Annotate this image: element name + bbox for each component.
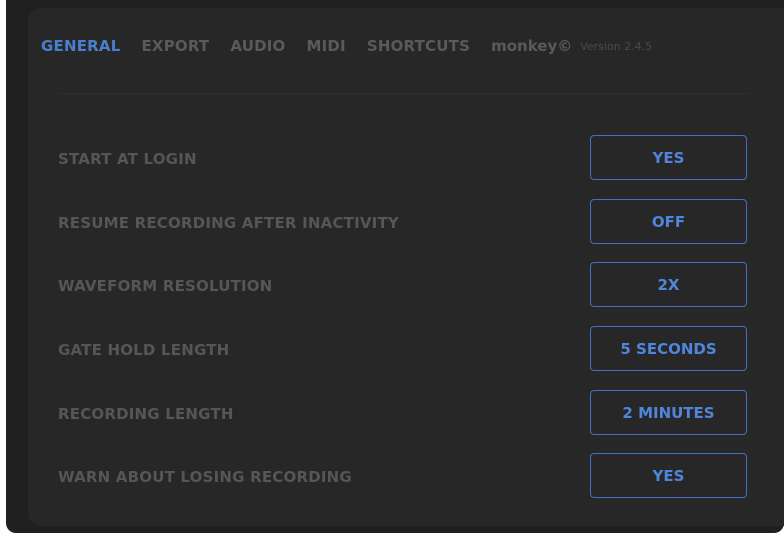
setting-label: GATE HOLD LENGTH: [58, 341, 230, 359]
tab-audio[interactable]: AUDIO: [230, 37, 285, 55]
setting-label: WAVEFORM RESOLUTION: [58, 277, 273, 295]
tab-export[interactable]: EXPORT: [141, 37, 209, 55]
setting-row-start-at-login: START AT LOGIN YES: [58, 135, 750, 183]
setting-label: RESUME RECORDING AFTER INACTIVITY: [58, 214, 399, 232]
tab-bar: GENERAL EXPORT AUDIO MIDI SHORTCUTS monk…: [41, 28, 741, 64]
version-label: Version 2.4.5: [580, 39, 653, 53]
waveform-resolution-button[interactable]: 2X: [590, 262, 747, 307]
setting-row-warn-losing-recording: WARN ABOUT LOSING RECORDING YES: [58, 453, 750, 501]
setting-label: START AT LOGIN: [58, 150, 197, 168]
start-at-login-button[interactable]: YES: [590, 135, 747, 180]
tab-shortcuts[interactable]: SHORTCUTS: [367, 37, 470, 55]
setting-row-gate-hold-length: GATE HOLD LENGTH 5 SECONDS: [58, 326, 750, 374]
brand-name: monkey©: [491, 37, 573, 55]
gate-hold-length-button[interactable]: 5 SECONDS: [590, 326, 747, 371]
setting-label: RECORDING LENGTH: [58, 405, 234, 423]
tab-midi[interactable]: MIDI: [306, 37, 345, 55]
recording-length-button[interactable]: 2 MINUTES: [590, 390, 747, 435]
tab-general[interactable]: GENERAL: [41, 37, 120, 55]
setting-label: WARN ABOUT LOSING RECORDING: [58, 468, 352, 486]
resume-recording-button[interactable]: OFF: [590, 199, 747, 244]
warn-losing-recording-button[interactable]: YES: [590, 453, 747, 498]
setting-row-recording-length: RECORDING LENGTH 2 MINUTES: [58, 390, 750, 438]
setting-row-waveform-resolution: WAVEFORM RESOLUTION 2X: [58, 262, 750, 310]
tab-divider: [58, 93, 750, 94]
setting-row-resume-recording: RESUME RECORDING AFTER INACTIVITY OFF: [58, 199, 750, 247]
